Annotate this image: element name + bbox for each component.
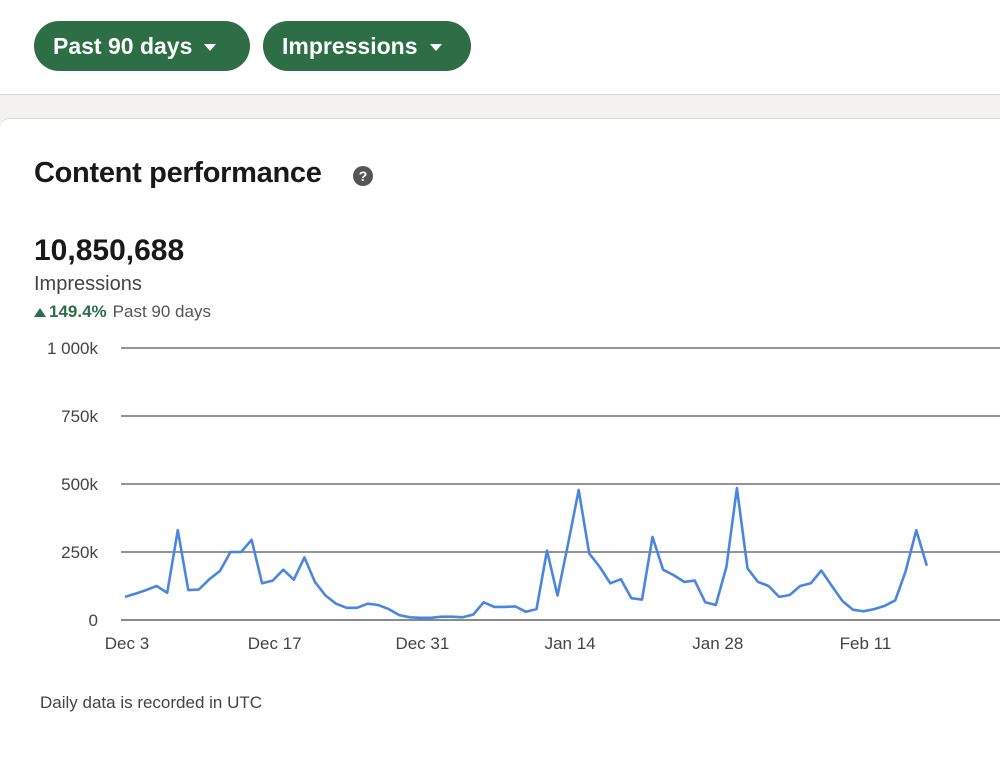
impressions-change: 149.4% Past 90 days xyxy=(34,302,211,322)
caret-down-icon xyxy=(429,43,442,51)
impressions-line-chart: 0 250k 500k 750k 1 000k Dec 3 Dec 17 Dec 31 Jan … xyxy=(47,339,1000,653)
x-tick-label: Feb 11 xyxy=(840,634,892,653)
impressions-label: Impressions xyxy=(34,273,142,295)
metric-dropdown[interactable]: Impressions xyxy=(263,21,471,71)
help-icon[interactable]: ? xyxy=(353,166,373,186)
x-tick-label: Jan 14 xyxy=(545,634,596,653)
utc-footnote: Daily data is recorded in UTC xyxy=(40,693,263,712)
x-tick-label: Dec 3 xyxy=(105,634,149,653)
x-tick-label: Dec 31 xyxy=(395,634,449,653)
metric-label: Impressions xyxy=(282,32,418,59)
y-tick-label: 750k xyxy=(61,407,98,426)
x-tick-label: Dec 17 xyxy=(248,634,302,653)
change-period: Past 90 days xyxy=(112,302,211,321)
date-range-dropdown[interactable]: Past 90 days xyxy=(34,21,250,71)
card-title: Content performance xyxy=(34,157,322,189)
y-tick-label: 0 xyxy=(89,611,98,630)
caret-down-icon xyxy=(204,43,217,51)
impressions-series-line xyxy=(124,486,929,620)
y-tick-label: 500k xyxy=(61,475,98,494)
trend-up-icon xyxy=(34,307,46,317)
change-percent: 149.4% xyxy=(49,302,107,321)
date-range-label: Past 90 days xyxy=(53,32,193,59)
x-tick-label: Jan 28 xyxy=(692,634,743,653)
y-tick-label: 250k xyxy=(61,543,98,562)
impressions-total: 10,850,688 xyxy=(34,234,185,267)
y-tick-label: 1 000k xyxy=(47,339,99,358)
